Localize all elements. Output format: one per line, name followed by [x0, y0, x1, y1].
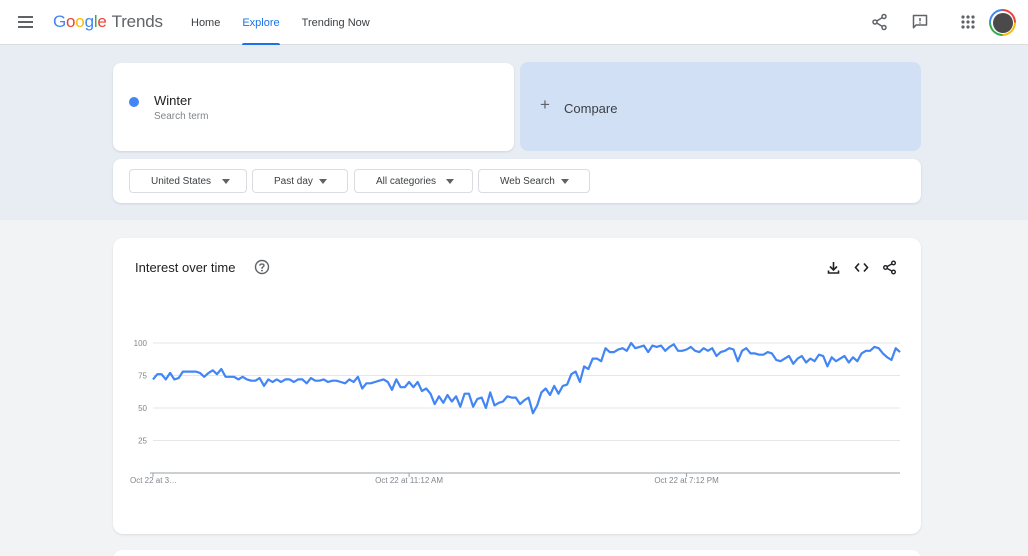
main-nav: Home Explore Trending Now [180, 0, 381, 46]
avatar[interactable] [989, 9, 1016, 36]
y-tick-label: 25 [138, 437, 147, 446]
y-tick-label: 100 [134, 339, 148, 348]
nav-home[interactable]: Home [180, 0, 231, 45]
region-dropdown[interactable]: United States [129, 169, 247, 193]
feedback-icon[interactable] [911, 13, 929, 31]
top-app-bar: Google Trends Home Explore Trending Now [0, 0, 1028, 46]
caret-down-icon [222, 179, 230, 184]
caret-down-icon [446, 179, 454, 184]
menu-icon[interactable] [15, 13, 35, 31]
series-line-winter[interactable] [152, 341, 901, 415]
search-type-dropdown[interactable]: Web Search [478, 169, 590, 193]
next-card [113, 550, 921, 556]
category-dropdown[interactable]: All categories [354, 169, 473, 193]
search-term-sub: Search term [154, 111, 209, 122]
y-tick-label: 75 [138, 372, 147, 381]
share-icon[interactable] [871, 13, 889, 31]
interest-line-chart: 100 75 50 25 Oct 22 at 3… Oct 22 at 11:12 AM… [130, 339, 901, 485]
search-term-card[interactable]: Winter Search term [113, 63, 514, 151]
compare-button[interactable]: + Compare [520, 62, 921, 151]
compare-label: Compare [564, 101, 618, 116]
nav-explore[interactable]: Explore [231, 0, 290, 46]
filter-bar: United States Past day All categories We… [113, 159, 921, 203]
x-tick-label: Oct 22 at 11:12 AM [375, 476, 443, 485]
interest-over-time-card: Interest over time 100 75 50 25 Oct 22 at 3… [113, 238, 921, 534]
x-tick-label: Oct 22 at 3… [130, 476, 177, 485]
caret-down-icon [561, 179, 569, 184]
time-range-dropdown[interactable]: Past day [252, 169, 348, 193]
y-tick-label: 50 [138, 404, 147, 413]
apps-icon[interactable] [959, 13, 977, 31]
term-color-dot [129, 97, 139, 107]
x-tick-label: Oct 22 at 7:12 PM [654, 476, 719, 485]
nav-trending-now[interactable]: Trending Now [291, 0, 381, 45]
plus-icon: + [540, 95, 550, 114]
search-term-name[interactable]: Winter [154, 93, 192, 108]
caret-down-icon [319, 179, 327, 184]
google-trends-logo[interactable]: Google Trends [53, 12, 163, 32]
